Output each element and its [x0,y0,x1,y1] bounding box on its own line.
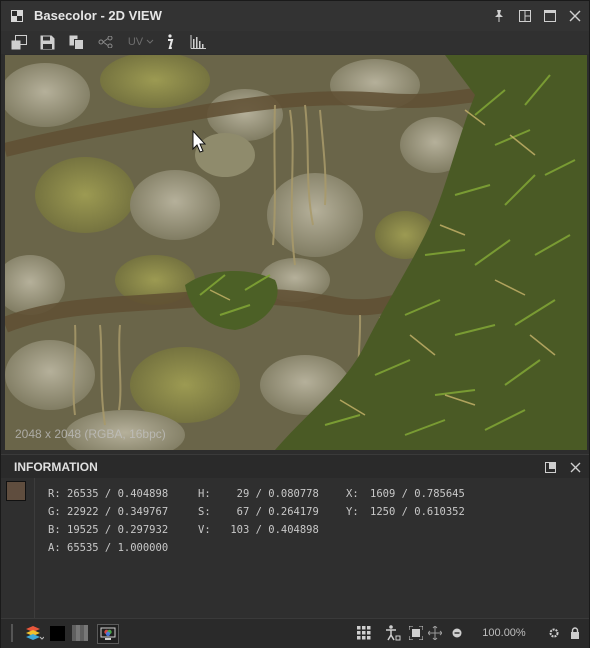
maximize-button[interactable] [542,8,558,24]
resolution-info: 2048 x 2048 (RGBA, 16bpc) [15,427,166,441]
window-title: Basecolor - 2D VIEW [34,8,162,23]
view-mode-icon [11,34,27,49]
move-arrows-icon [428,626,442,640]
y-value: 1250 / 0.610352 [370,506,465,518]
layout-button[interactable] [517,8,533,24]
v-label: V: [198,524,211,536]
fit-view-button[interactable] [408,624,424,642]
s-label: S: [198,506,211,518]
information-panel: R: 26535 / 0.404898 G: 22922 / 0.349767 … [1,478,589,618]
minus-circle-icon [452,628,462,638]
black-square-icon [49,625,65,641]
view-mode-button[interactable] [10,33,28,51]
a-value: 65535 / 1.000000 [67,542,169,554]
color-mode-button[interactable] [97,624,119,644]
zoom-level[interactable]: 100.00% [464,625,544,641]
graph-icon [98,36,113,48]
maximize-icon [544,10,556,22]
bottom-toolbar: 100.00% [1,618,589,648]
texture-image [5,55,587,450]
a-label: A: [48,542,61,554]
g-value: 22922 / 0.349767 [67,506,169,518]
g-label: G: [48,506,61,518]
gear-icon [549,628,559,638]
information-panel-header: INFORMATION [1,454,589,479]
panel-close-button[interactable] [567,459,583,475]
lock-button[interactable] [568,624,582,642]
grip-handle [11,624,13,642]
lock-icon [571,627,579,639]
texture-viewport[interactable]: 2048 x 2048 (RGBA, 16bpc) [5,55,587,450]
close-icon [570,462,580,472]
zoom-out-button[interactable] [450,624,464,642]
close-button[interactable] [567,8,583,24]
h-label: H: [198,488,211,500]
layers-button[interactable] [23,624,45,642]
v-value: 103 / 0.404898 [224,524,319,536]
pin-button[interactable] [491,8,507,24]
checker-icon [72,625,88,641]
close-icon [569,10,581,22]
zoom-settings-button[interactable] [547,624,561,642]
information-panel-title: INFORMATION [14,460,98,474]
uv-dropdown[interactable]: UV [125,33,157,51]
layout-icon [519,10,531,22]
black-background-button[interactable] [49,624,65,642]
s-value: 67 / 0.264179 [224,506,319,518]
title-bar: Basecolor - 2D VIEW [1,1,589,32]
pixel-ratio-button[interactable] [382,624,402,642]
y-label: Y: [346,506,359,518]
view-toolbar: UV [1,31,589,54]
save-icon [40,35,54,49]
x-value: 1609 / 0.785645 [370,488,465,500]
save-button[interactable] [38,33,56,51]
checker-background-button[interactable] [71,624,89,642]
r-label: R: [48,488,61,500]
r-value: 26535 / 0.404898 [67,488,169,500]
histogram-icon [190,35,206,49]
b-label: B: [48,524,61,536]
pan-button[interactable] [427,624,443,642]
x-label: X: [346,488,359,500]
2d-view-window: Basecolor - 2D VIEW UV 2048 x 2048 (RGBA… [0,0,590,648]
person-measure-icon [386,625,401,641]
info-icon [168,34,174,49]
histogram-button[interactable] [189,33,207,51]
panel-divider [34,478,35,618]
app-icon [11,10,23,22]
panel-float-button[interactable] [542,459,558,475]
uv-label: UV [127,36,144,48]
pin-icon [495,10,503,22]
grid-icon [357,626,371,640]
copy-icon [69,35,84,50]
grid-button[interactable] [356,624,372,642]
b-value: 19525 / 0.297932 [67,524,169,536]
info-button[interactable] [161,33,177,51]
monitor-rgb-icon [100,627,116,640]
layers-icon [26,626,44,640]
fit-to-view-icon [409,626,423,640]
h-value: 29 / 0.080778 [224,488,319,500]
float-panel-icon [544,461,556,473]
graph-button[interactable] [97,33,115,51]
chevron-down-icon [146,39,154,44]
copy-button[interactable] [67,33,85,51]
pixel-color-swatch [6,481,26,501]
